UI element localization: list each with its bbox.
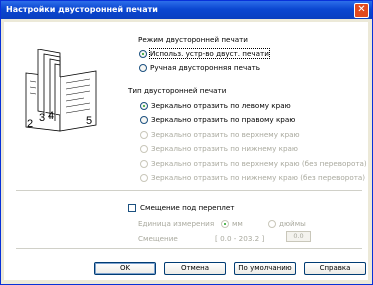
window-title: Настройки двусторонней печати xyxy=(6,5,158,14)
option-flip-top-no-rotate-label[interactable]: Зеркально отразить по верхнему краю (без… xyxy=(151,159,367,168)
duplex-settings-dialog: Настройки двусторонней печати ✕ 2 3 4 5 xyxy=(0,0,373,285)
option-flip-bottom-label[interactable]: Зеркально отразить по нижнему краю xyxy=(151,144,298,153)
separator xyxy=(16,190,362,191)
page-number-4: 4 xyxy=(48,110,54,122)
page-number-5: 5 xyxy=(86,115,92,127)
default-button[interactable]: По умолчанию xyxy=(234,262,296,275)
binding-offset-checkbox[interactable] xyxy=(128,204,136,212)
ok-button[interactable]: OK xyxy=(94,262,156,275)
title-bar[interactable]: Настройки двусторонней печати ✕ xyxy=(1,1,372,19)
option-flip-bottom-no-rotate-label[interactable]: Зеркально отразить по нижнему краю (без … xyxy=(151,173,365,182)
ok-button-label: OK xyxy=(119,264,131,272)
option-flip-right-label[interactable]: Зеркально отразить по правому краю xyxy=(151,115,295,124)
cancel-button[interactable]: Отмена xyxy=(164,262,226,275)
close-button[interactable]: ✕ xyxy=(354,3,369,18)
option-manual-duplex-label[interactable]: Ручная двусторонняя печать xyxy=(150,63,260,72)
option-flip-top-label[interactable]: Зеркально отразить по верхнему краю xyxy=(151,130,300,139)
radio-use-duplex-unit[interactable] xyxy=(139,50,147,58)
radio-unit-inches[interactable] xyxy=(268,220,276,228)
radio-unit-mm[interactable] xyxy=(221,220,229,228)
radio-flip-bottom-no-rotate[interactable] xyxy=(140,174,148,182)
duplex-mode-label: Режим двусторонней печати xyxy=(138,35,248,44)
separator xyxy=(16,248,362,249)
radio-flip-bottom[interactable] xyxy=(140,145,148,153)
page-number-2: 2 xyxy=(27,118,33,130)
radio-flip-right[interactable] xyxy=(140,116,148,124)
option-flip-left-label[interactable]: Зеркально отразить по левому краю xyxy=(151,101,291,110)
close-icon: ✕ xyxy=(357,4,366,15)
binding-offset-label[interactable]: Смещение под переплет xyxy=(140,203,235,212)
page-number-3: 3 xyxy=(39,112,45,124)
radio-manual-duplex[interactable] xyxy=(139,64,147,72)
duplex-type-label: Тип двусторонней печати xyxy=(128,86,227,95)
unit-inches-label[interactable]: дюймы xyxy=(279,219,306,228)
radio-flip-left[interactable] xyxy=(140,102,148,110)
cancel-button-label: Отмена xyxy=(180,264,210,272)
unit-mm-label[interactable]: мм xyxy=(232,219,243,228)
help-button-label: Справка xyxy=(319,264,351,272)
offset-label: Смещение xyxy=(138,234,178,243)
radio-flip-top[interactable] xyxy=(140,131,148,139)
duplex-booklet-illustration: 2 3 4 5 xyxy=(25,49,97,132)
dialog-content: 2 3 4 5 Режим двусторонней печати Исполь… xyxy=(4,22,368,280)
unit-label: Единица измерения xyxy=(138,219,215,228)
default-button-label: По умолчанию xyxy=(238,264,292,272)
radio-flip-top-no-rotate[interactable] xyxy=(140,160,148,168)
offset-value-input[interactable]: 0.0 xyxy=(286,231,311,242)
help-button[interactable]: Справка xyxy=(304,262,366,275)
option-use-duplex-unit-label[interactable]: Использ. устр-во двуст. печати xyxy=(149,48,270,59)
offset-range: [ 0.0 - 203.2 ] xyxy=(215,234,265,243)
